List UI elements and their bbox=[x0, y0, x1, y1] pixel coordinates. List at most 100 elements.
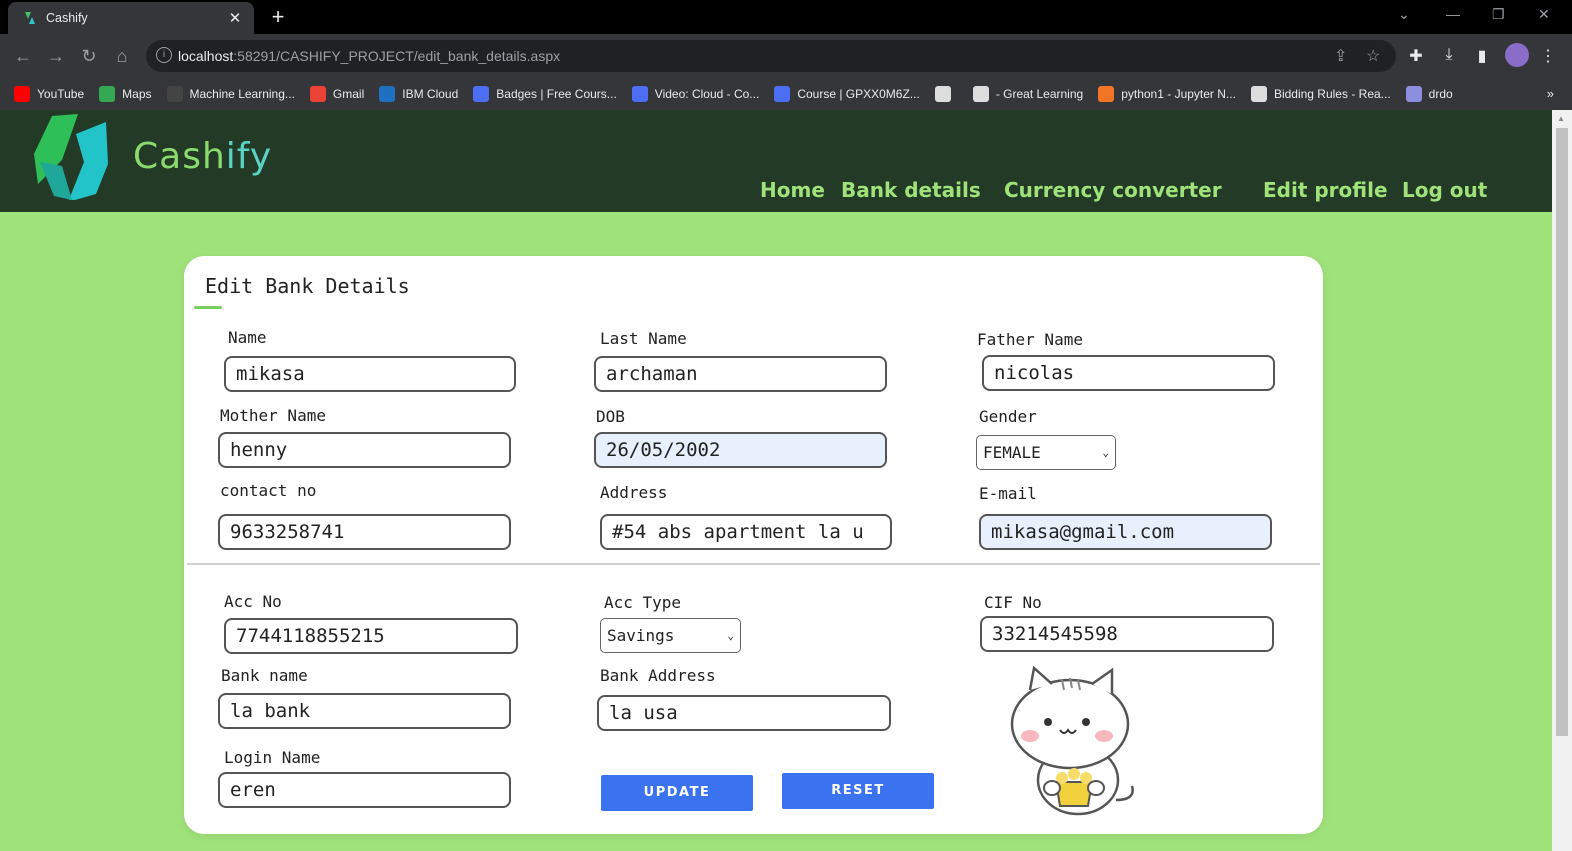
site-info-icon[interactable]: i bbox=[156, 47, 172, 63]
bank-name-field[interactable]: la bank bbox=[218, 693, 511, 729]
bookmark-favicon-icon bbox=[309, 86, 326, 102]
more-bookmarks-icon[interactable]: » bbox=[1547, 86, 1554, 101]
dob-field[interactable]: 26/05/2002 bbox=[594, 432, 887, 468]
update-button[interactable]: UPDATE bbox=[601, 775, 753, 811]
tab-search-icon[interactable]: ⌄ bbox=[1398, 6, 1410, 23]
bookmark-item[interactable]: - Great Learning bbox=[972, 86, 1084, 102]
nav-log-out[interactable]: Log out bbox=[1402, 178, 1487, 202]
bookmark-label: - Great Learning bbox=[995, 87, 1084, 101]
last-name-field[interactable]: archaman bbox=[594, 356, 887, 392]
profile-avatar[interactable] bbox=[1505, 43, 1529, 67]
bookmark-favicon-icon bbox=[379, 86, 396, 102]
url-path: :58291/CASHIFY_PROJECT/edit_bank_details… bbox=[233, 48, 561, 64]
contact-field[interactable]: 9633258741 bbox=[218, 514, 511, 550]
brand-part-a: Cash bbox=[133, 136, 226, 177]
browser-tab[interactable]: Cashify ✕ bbox=[8, 2, 254, 34]
bookmark-item[interactable]: Badges | Free Cours... bbox=[473, 86, 617, 102]
site-header: Cashify Home Bank details Currency conve… bbox=[0, 110, 1552, 212]
scroll-up-icon[interactable]: ▲ bbox=[1557, 114, 1565, 123]
brand-part-c: fy bbox=[236, 136, 273, 177]
url-text: localhost:58291/CASHIFY_PROJECT/edit_ban… bbox=[178, 48, 560, 64]
login-name-field[interactable]: eren bbox=[218, 772, 511, 808]
login-name-label: Login Name bbox=[224, 748, 321, 767]
nav-currency-converter[interactable]: Currency converter bbox=[1004, 178, 1222, 202]
bank-name-label: Bank name bbox=[221, 666, 308, 685]
edit-bank-details-card: Edit Bank Details Name mikasa Last Name … bbox=[184, 256, 1323, 834]
browser-chrome: Cashify ✕ + ⌄ — ❐ ✕ ← → ↻ ⌂ i localhost:… bbox=[0, 0, 1572, 110]
forward-icon[interactable]: → bbox=[45, 45, 67, 67]
cashify-logo-icon[interactable] bbox=[32, 114, 112, 200]
address-field[interactable]: #54 abs apartment la u bbox=[600, 514, 892, 550]
bookmark-item[interactable]: drdo bbox=[1405, 86, 1453, 102]
tab-strip: Cashify ✕ + ⌄ — ❐ ✕ bbox=[0, 0, 1572, 34]
restore-icon[interactable]: ❐ bbox=[1492, 6, 1505, 23]
father-name-label: Father Name bbox=[977, 330, 1083, 349]
reload-icon[interactable]: ↻ bbox=[78, 45, 100, 67]
back-icon[interactable]: ← bbox=[12, 45, 34, 67]
father-name-field[interactable]: nicolas bbox=[982, 355, 1275, 391]
bookmark-favicon-icon bbox=[1250, 86, 1267, 102]
extensions-icon[interactable]: ✚ bbox=[1406, 46, 1426, 66]
name-field[interactable]: mikasa bbox=[224, 356, 516, 392]
bookmark-item[interactable]: Video: Cloud - Co... bbox=[631, 86, 760, 102]
bookmark-label: Maps bbox=[122, 87, 152, 101]
bookmark-item[interactable]: Gmail bbox=[309, 86, 365, 102]
nav-bank-details[interactable]: Bank details bbox=[841, 178, 981, 202]
nav-edit-profile[interactable]: Edit profile bbox=[1263, 178, 1388, 202]
bookmark-label: Video: Cloud - Co... bbox=[654, 87, 760, 101]
cat-sticker-image bbox=[1010, 665, 1134, 816]
form-title: Edit Bank Details bbox=[205, 274, 410, 298]
bookmark-item[interactable]: Bidding Rules - Rea... bbox=[1250, 86, 1391, 102]
email-label: E-mail bbox=[979, 484, 1037, 503]
bookmark-label: Machine Learning... bbox=[189, 87, 295, 101]
bookmark-item[interactable]: IBM Cloud bbox=[379, 86, 458, 102]
page-scrollbar[interactable]: ▲ bbox=[1552, 110, 1572, 851]
bookmark-favicon-icon bbox=[631, 86, 648, 102]
title-underline bbox=[194, 306, 222, 309]
bookmark-star-icon[interactable]: ☆ bbox=[1366, 46, 1380, 66]
reset-button[interactable]: RESET bbox=[782, 773, 934, 809]
bookmark-favicon-icon bbox=[1405, 86, 1422, 102]
new-tab-icon[interactable]: + bbox=[266, 4, 290, 30]
bookmark-label: drdo bbox=[1428, 87, 1453, 101]
download-icon[interactable]: ⤓ bbox=[1439, 46, 1459, 64]
scrollbar-thumb[interactable] bbox=[1556, 128, 1568, 736]
acc-type-label: Acc Type bbox=[604, 593, 682, 612]
bookmark-item[interactable]: Course | GPXX0M6Z... bbox=[774, 86, 920, 102]
acc-type-select[interactable]: Savings ⌄ bbox=[600, 618, 741, 653]
minimize-icon[interactable]: — bbox=[1446, 6, 1460, 22]
gender-select[interactable]: FEMALE ⌄ bbox=[976, 435, 1116, 470]
close-tab-icon[interactable]: ✕ bbox=[226, 9, 244, 27]
share-icon[interactable]: ⇪ bbox=[1334, 46, 1347, 66]
side-panel-icon[interactable]: ▮ bbox=[1472, 46, 1492, 66]
bookmark-favicon-icon bbox=[99, 86, 116, 102]
bookmark-label: YouTube bbox=[37, 87, 85, 101]
acc-no-field[interactable]: 7744118855215 bbox=[224, 618, 518, 654]
gender-label: Gender bbox=[979, 407, 1037, 426]
bookmark-favicon-icon bbox=[14, 86, 30, 102]
bookmark-item[interactable]: YouTube bbox=[14, 86, 84, 102]
address-label: Address bbox=[600, 483, 668, 502]
home-icon[interactable]: ⌂ bbox=[111, 45, 133, 67]
bookmark-item[interactable]: python1 - Jupyter N... bbox=[1098, 86, 1236, 102]
bookmarks-bar: YouTube Maps Machine Learning... Gmail IBM C… bbox=[0, 78, 1572, 110]
brand-name[interactable]: Cashify bbox=[133, 136, 272, 177]
bookmark-item[interactable]: Machine Learning... bbox=[166, 86, 295, 102]
bookmark-favicon-icon bbox=[1098, 86, 1115, 102]
bookmark-favicon-icon bbox=[473, 86, 490, 102]
bookmark-favicon-icon bbox=[934, 86, 951, 102]
bank-address-field[interactable]: la usa bbox=[597, 695, 891, 731]
dob-label: DOB bbox=[596, 407, 625, 426]
window-close-icon[interactable]: ✕ bbox=[1538, 6, 1550, 23]
mother-name-field[interactable]: henny bbox=[218, 432, 511, 468]
email-field[interactable]: mikasa@gmail.com bbox=[979, 514, 1272, 550]
address-bar[interactable]: i localhost:58291/CASHIFY_PROJECT/edit_b… bbox=[146, 40, 1396, 72]
cif-field[interactable]: 33214545598 bbox=[980, 616, 1274, 652]
menu-icon[interactable]: ⋮ bbox=[1538, 46, 1558, 66]
bookmark-item[interactable]: Maps bbox=[99, 86, 152, 102]
bookmark-item[interactable] bbox=[934, 86, 958, 102]
bookmark-favicon-icon bbox=[166, 86, 183, 102]
bookmark-label: Badges | Free Cours... bbox=[496, 87, 617, 101]
nav-home[interactable]: Home bbox=[760, 178, 825, 202]
bookmark-label: Gmail bbox=[332, 87, 365, 101]
